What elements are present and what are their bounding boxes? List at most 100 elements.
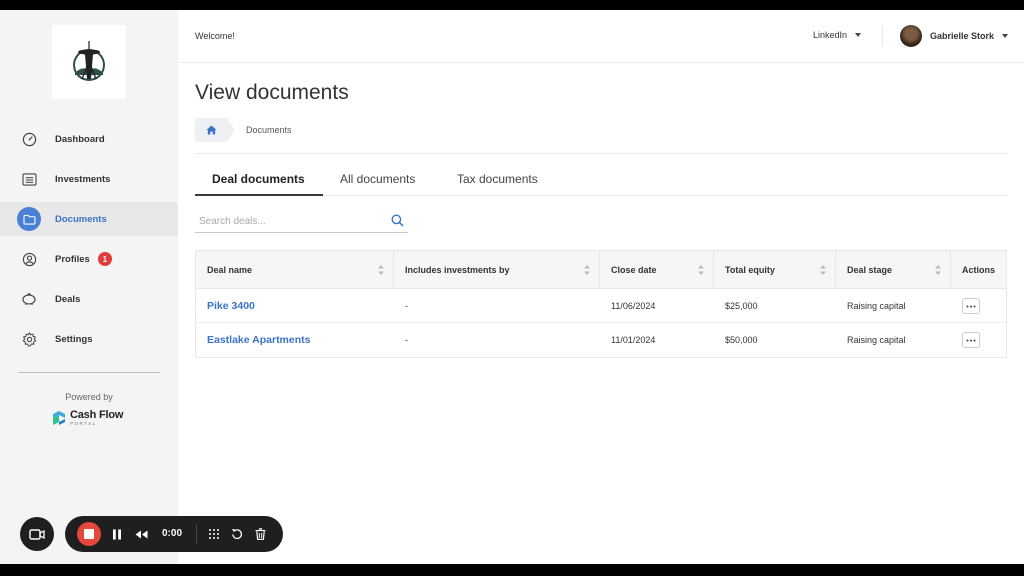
breadcrumb: Documents — [246, 125, 292, 135]
sidebar-item-documents[interactable]: Documents — [0, 202, 178, 236]
recorder-camera-button[interactable] — [20, 517, 54, 551]
cash-flow-mark-icon — [53, 411, 65, 426]
list-icon — [19, 169, 39, 189]
sidebar-item-profiles[interactable]: Profiles 1 — [0, 242, 178, 276]
close-date-cell: 11/01/2024 — [611, 335, 656, 345]
table-row: Pike 3400 - 11/06/2024 $25,000 Raising c… — [196, 289, 1006, 323]
sidebar-item-label: Dashboard — [55, 133, 105, 145]
app-window: Dashboard Investments Documents Profiles… — [0, 10, 1024, 564]
deal-stage-cell: Raising capital — [847, 335, 906, 345]
sidebar-item-deals[interactable]: Deals — [0, 282, 178, 316]
home-icon — [206, 125, 216, 135]
dashboard-gauge-icon — [19, 129, 39, 149]
delete-recording-button[interactable] — [252, 526, 268, 542]
search-box — [195, 211, 408, 233]
active-tab-indicator — [195, 194, 323, 196]
tab-deal-documents[interactable]: Deal documents — [212, 172, 305, 186]
sort-icon — [820, 265, 826, 275]
user-name: Gabrielle Stork — [930, 31, 995, 41]
brand-sub: PORTAL — [70, 421, 97, 426]
page-title: View documents — [195, 81, 349, 104]
sort-icon — [584, 265, 590, 275]
sidebar-item-label: Investments — [55, 173, 111, 185]
stop-recording-button[interactable] — [77, 522, 101, 546]
section-divider — [195, 153, 1007, 154]
avatar — [900, 25, 922, 47]
restart-button[interactable] — [229, 526, 245, 542]
company-logo[interactable] — [52, 25, 126, 99]
table-row: Eastlake Apartments - 11/01/2024 $50,000… — [196, 323, 1006, 357]
gear-icon — [19, 329, 39, 349]
column-header-actions: Actions — [962, 265, 996, 275]
recorder-toolbar: 0:00 — [65, 516, 283, 552]
sidebar-item-label: Deals — [55, 293, 81, 305]
rewind-button[interactable] — [133, 526, 149, 542]
sidebar-divider — [18, 372, 160, 373]
header-divider — [882, 26, 883, 46]
top-bar: Welcome! LinkedIn Gabrielle Stork — [178, 10, 1024, 63]
sidebar-item-settings[interactable]: Settings — [0, 322, 178, 356]
column-header-deal-name[interactable]: Deal name — [196, 251, 394, 289]
column-header-includes[interactable]: Includes investments by — [394, 251, 600, 289]
sort-icon — [378, 265, 384, 275]
tab-all-documents[interactable]: All documents — [340, 172, 415, 186]
chevron-down-icon — [1002, 34, 1009, 38]
deal-stage-cell: Raising capital — [847, 301, 906, 311]
user-circle-icon — [19, 249, 39, 269]
chevron-down-icon — [855, 33, 862, 37]
powered-by-label: Powered by — [65, 392, 113, 402]
column-header-total-equity[interactable]: Total equity — [714, 251, 836, 289]
folder-icon — [17, 207, 41, 231]
deals-table: Deal name Includes investments by Close … — [195, 250, 1007, 358]
brand-name: Cash Flow — [70, 409, 124, 421]
rewind-icon — [135, 530, 147, 538]
more-actions-button[interactable] — [962, 332, 980, 348]
recording-timer: 0:00 — [162, 528, 183, 539]
linkedin-label: LinkedIn — [813, 30, 848, 40]
sidebar: Dashboard Investments Documents Profiles… — [0, 10, 178, 564]
total-equity-cell: $25,000 — [725, 301, 758, 311]
user-menu[interactable]: Gabrielle Stork — [900, 25, 1009, 47]
sort-icon — [935, 265, 941, 275]
more-horizontal-icon — [966, 339, 976, 341]
welcome-text: Welcome! — [195, 31, 235, 41]
includes-cell: - — [405, 335, 408, 345]
column-header-close-date[interactable]: Close date — [600, 251, 714, 289]
cash-flow-portal-logo: Cash Flow PORTAL — [52, 410, 123, 427]
actions-cell — [951, 323, 1006, 357]
video-camera-icon — [29, 528, 45, 540]
search-icon[interactable] — [391, 214, 404, 227]
tab-tax-documents[interactable]: Tax documents — [457, 172, 538, 186]
sidebar-item-label: Documents — [55, 213, 107, 225]
grid-button[interactable] — [206, 526, 222, 542]
sidebar-item-label: Settings — [55, 333, 93, 345]
recorder-divider — [196, 524, 197, 544]
profiles-count-badge: 1 — [97, 252, 112, 266]
linkedin-dropdown[interactable]: LinkedIn — [813, 30, 862, 40]
more-horizontal-icon — [966, 305, 976, 307]
deal-name-link[interactable]: Eastlake Apartments — [196, 323, 394, 357]
search-input[interactable] — [195, 211, 380, 232]
restart-icon — [232, 529, 243, 540]
breadcrumb-home[interactable] — [195, 118, 227, 142]
more-actions-button[interactable] — [962, 298, 980, 314]
trash-icon — [255, 528, 265, 540]
pause-button[interactable] — [109, 526, 125, 542]
column-header-deal-stage[interactable]: Deal stage — [836, 251, 951, 289]
sidebar-item-investments[interactable]: Investments — [0, 162, 178, 196]
breadcrumb-separator — [227, 118, 235, 142]
sort-icon — [698, 265, 704, 275]
deal-name-link[interactable]: Pike 3400 — [196, 289, 394, 323]
sidebar-item-label: Profiles — [55, 253, 90, 265]
table-header: Deal name Includes investments by Close … — [196, 251, 1006, 289]
close-date-cell: 11/06/2024 — [611, 301, 656, 311]
piggy-bank-icon — [19, 289, 39, 309]
includes-cell: - — [405, 301, 408, 311]
dot-grid-icon — [209, 529, 219, 539]
pause-icon — [113, 529, 121, 539]
space-needle-logo-icon — [73, 41, 105, 81]
stop-icon — [84, 529, 94, 539]
sidebar-item-dashboard[interactable]: Dashboard — [0, 122, 178, 156]
total-equity-cell: $50,000 — [725, 335, 758, 345]
actions-cell — [951, 289, 1006, 323]
